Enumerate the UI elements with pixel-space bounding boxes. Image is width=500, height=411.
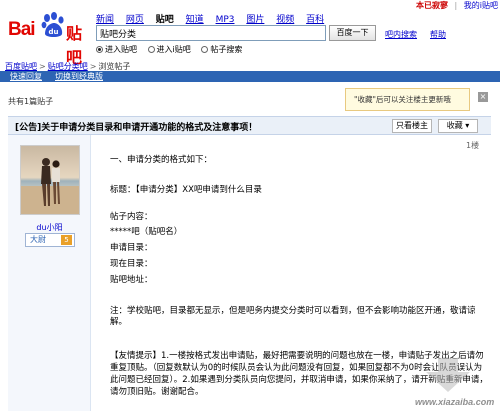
radio-enter-tieba[interactable]: 进入贴吧 [96, 45, 137, 54]
rank-label: 大尉 [30, 235, 46, 244]
separator: | [454, 1, 458, 10]
help-link[interactable]: 帮助 [430, 29, 446, 40]
nav-news[interactable]: 新闻 [96, 15, 114, 25]
thread-title-bar: [公告]关于申请分类目录和申请开通功能的格式及注意事项！ 只看楼主 收藏 ▾ [8, 116, 491, 135]
in-forum-search-link[interactable]: 吧内搜索 [385, 29, 417, 40]
avatar-photo [21, 146, 79, 214]
author-rank-badge: 大尉 5 [25, 233, 75, 247]
logo-bai-text: Bai [8, 19, 36, 40]
thread-title: [公告]关于申请分类目录和申请开通功能的格式及注意事项！ [15, 123, 258, 133]
watermark-url: www.xiazaiba.com [415, 397, 495, 407]
top-links: 本已寂寥 | 我的i贴吧 [412, 0, 498, 12]
search-button[interactable]: 百度一下 [329, 25, 376, 41]
radio-label: 进入贴吧 [105, 45, 137, 54]
breadcrumb-current: 浏览帖子 [98, 62, 131, 71]
breadcrumb-sep: > [89, 62, 97, 71]
post-line: 现在目录： [110, 259, 153, 269]
top-nav: 新闻 网页 贴吧 知道 MP3 图片 视频 百科 [96, 12, 333, 25]
nav-web[interactable]: 网页 [126, 15, 144, 25]
nav-images[interactable]: 图片 [246, 15, 264, 25]
paw-icon: du [41, 12, 64, 37]
post-line: 帖子内容： [110, 212, 153, 222]
breadcrumb-home[interactable]: 百度贴吧 [5, 62, 37, 71]
radio-label: 帖子搜索 [210, 45, 243, 54]
radio-dot[interactable] [147, 46, 155, 53]
post-line: *****吧（贴吧名） [110, 227, 183, 237]
post-line: 标题：【申请分类】XX吧申请到什么目录 [110, 185, 262, 195]
nav-tieba[interactable]: 贴吧 [156, 15, 174, 25]
radio-post-search[interactable]: 帖子搜索 [201, 45, 242, 54]
favorite-button[interactable]: 收藏 ▾ [438, 119, 478, 133]
nav-baike[interactable]: 百科 [306, 15, 324, 25]
avatar[interactable] [20, 145, 80, 215]
search-mode-radios: 进入贴吧 进入i贴吧 帖子搜索 [96, 44, 250, 55]
level-badge: 5 [61, 235, 72, 245]
close-icon[interactable]: × [478, 92, 488, 102]
post-count: 共有1篇贴子 [8, 97, 54, 106]
floor-number: 1楼 [466, 141, 480, 150]
breadcrumb-sep: > [39, 62, 46, 71]
username-link[interactable]: 本已寂寥 [416, 1, 448, 10]
nav-zhidao[interactable]: 知道 [186, 15, 204, 25]
post-line: 一、申请分类的格式如下： [110, 155, 213, 165]
post-line: 贴吧地址： [110, 275, 153, 285]
post-note: 注：学校贴吧，目录都无显示，但是吧务内提交分类时可以看到，但不会影响功能区开通，… [110, 306, 476, 327]
nav-mp3[interactable]: MP3 [216, 15, 235, 25]
my-tieba-link[interactable]: 我的i贴吧 [464, 1, 498, 10]
radio-enter-itieba[interactable]: 进入i贴吧 [147, 45, 191, 54]
radio-label: 进入i贴吧 [156, 45, 191, 54]
post-line: 申请目录： [110, 243, 153, 253]
nav-video[interactable]: 视频 [276, 15, 294, 25]
search-input[interactable] [96, 25, 326, 41]
breadcrumb-forum[interactable]: 贴吧分类吧 [48, 62, 88, 71]
author-sidebar: du小阳 大尉 5 [8, 135, 91, 411]
radio-dot[interactable] [201, 46, 209, 53]
baidu-tieba-logo[interactable]: Bai du 贴吧 [8, 12, 92, 67]
classic-mode-link[interactable]: 切换到经典版 [55, 71, 103, 82]
quick-reply-link[interactable]: 快速回复 [10, 71, 42, 82]
radio-dot[interactable] [96, 46, 103, 53]
favorite-tip: "收藏"后可以关注楼主更新哦 [345, 88, 470, 111]
forum-toolbar: 快速回复 切换到经典版 [0, 71, 500, 82]
svg-text:du: du [49, 28, 59, 36]
only-author-button[interactable]: 只看楼主 [392, 119, 432, 133]
author-name[interactable]: du小阳 [8, 222, 91, 233]
